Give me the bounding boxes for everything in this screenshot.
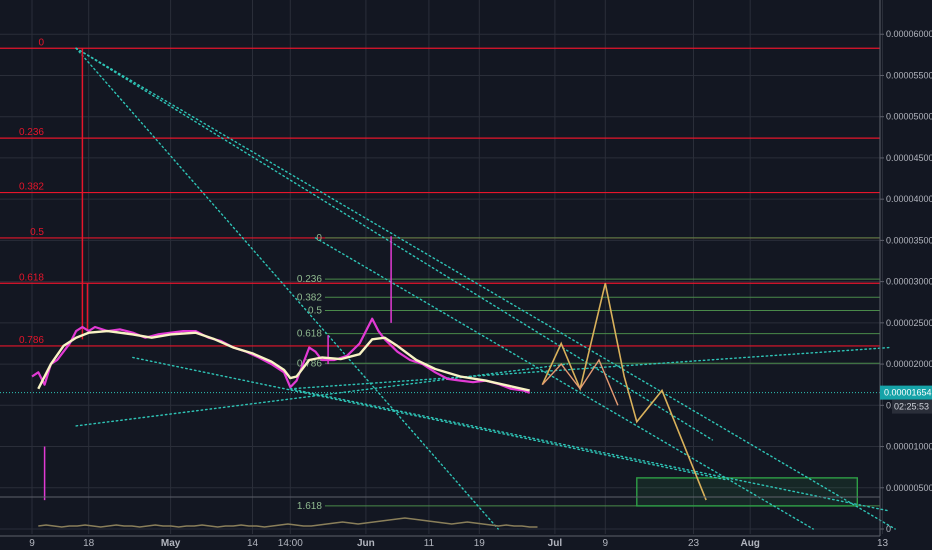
x-tick-label-4: 14:00 (278, 538, 303, 549)
x-tick-label-6: 11 (424, 538, 435, 549)
last-price-label: 0.00001654 (884, 388, 932, 398)
x-tick-label-9: 9 (603, 538, 609, 549)
y-tick-label-5: 0.00003500 (886, 235, 932, 245)
x-tick-label-11: Aug (740, 538, 759, 549)
x-tick-label-3: 14 (247, 538, 259, 549)
y-tick-label-0: 0.00006000 (886, 29, 932, 39)
fib-major-label-2: 0.382 (19, 182, 44, 193)
x-tick-label-7: 19 (474, 538, 486, 549)
x-tick-label-2: May (161, 538, 181, 549)
fib-minor-label-6: 1.618 (297, 501, 322, 512)
countdown-label: 02:25:53 (894, 402, 929, 412)
x-tick-label-0: 9 (29, 538, 35, 549)
fib-major-label-4: 0.618 (19, 272, 44, 283)
y-tick-label-10: 0.00001000 (886, 442, 932, 452)
fib-minor-label-1: 0.236 (297, 274, 322, 285)
x-tick-label-5: Jun (357, 538, 375, 549)
y-tick-label-3: 0.00004500 (886, 153, 932, 163)
fib-minor-label-4: 0.618 (297, 329, 322, 340)
y-tick-label-7: 0.00002500 (886, 318, 932, 328)
x-tick-label-8: Jul (548, 538, 563, 549)
fib-major-label-5: 0.786 (19, 335, 44, 346)
target-zone[interactable] (636, 477, 858, 507)
y-tick-label-6: 0.00003000 (886, 277, 932, 287)
chart-background (0, 0, 932, 550)
y-tick-label-4: 0.00004000 (886, 194, 932, 204)
x-tick-label-10: 23 (688, 538, 700, 549)
fib-major-label-1: 0.236 (19, 127, 44, 138)
x-tick-label-12: 13 (877, 538, 889, 549)
fib-major-label-0: 0 (38, 37, 44, 48)
price-chart[interactable]: 0 0.236 0.382 0.5 0.618 0.786 0 0.236 0.382 0.5 0… (0, 0, 932, 550)
y-tick-label-8: 0.00002000 (886, 359, 932, 369)
fib-major-label-3: 0.5 (30, 227, 44, 238)
fib-minor-label-2: 0.382 (297, 292, 322, 303)
fib-minor-label-3: 0.5 (308, 305, 322, 316)
y-tick-label-2: 0.00005000 (886, 112, 932, 122)
x-tick-label-1: 18 (83, 538, 95, 549)
y-tick-label-12: 0 (886, 524, 891, 534)
y-tick-label-1: 0.00005500 (886, 70, 932, 80)
y-tick-label-11: 0.00000500 (886, 483, 932, 493)
target-box (636, 477, 858, 507)
